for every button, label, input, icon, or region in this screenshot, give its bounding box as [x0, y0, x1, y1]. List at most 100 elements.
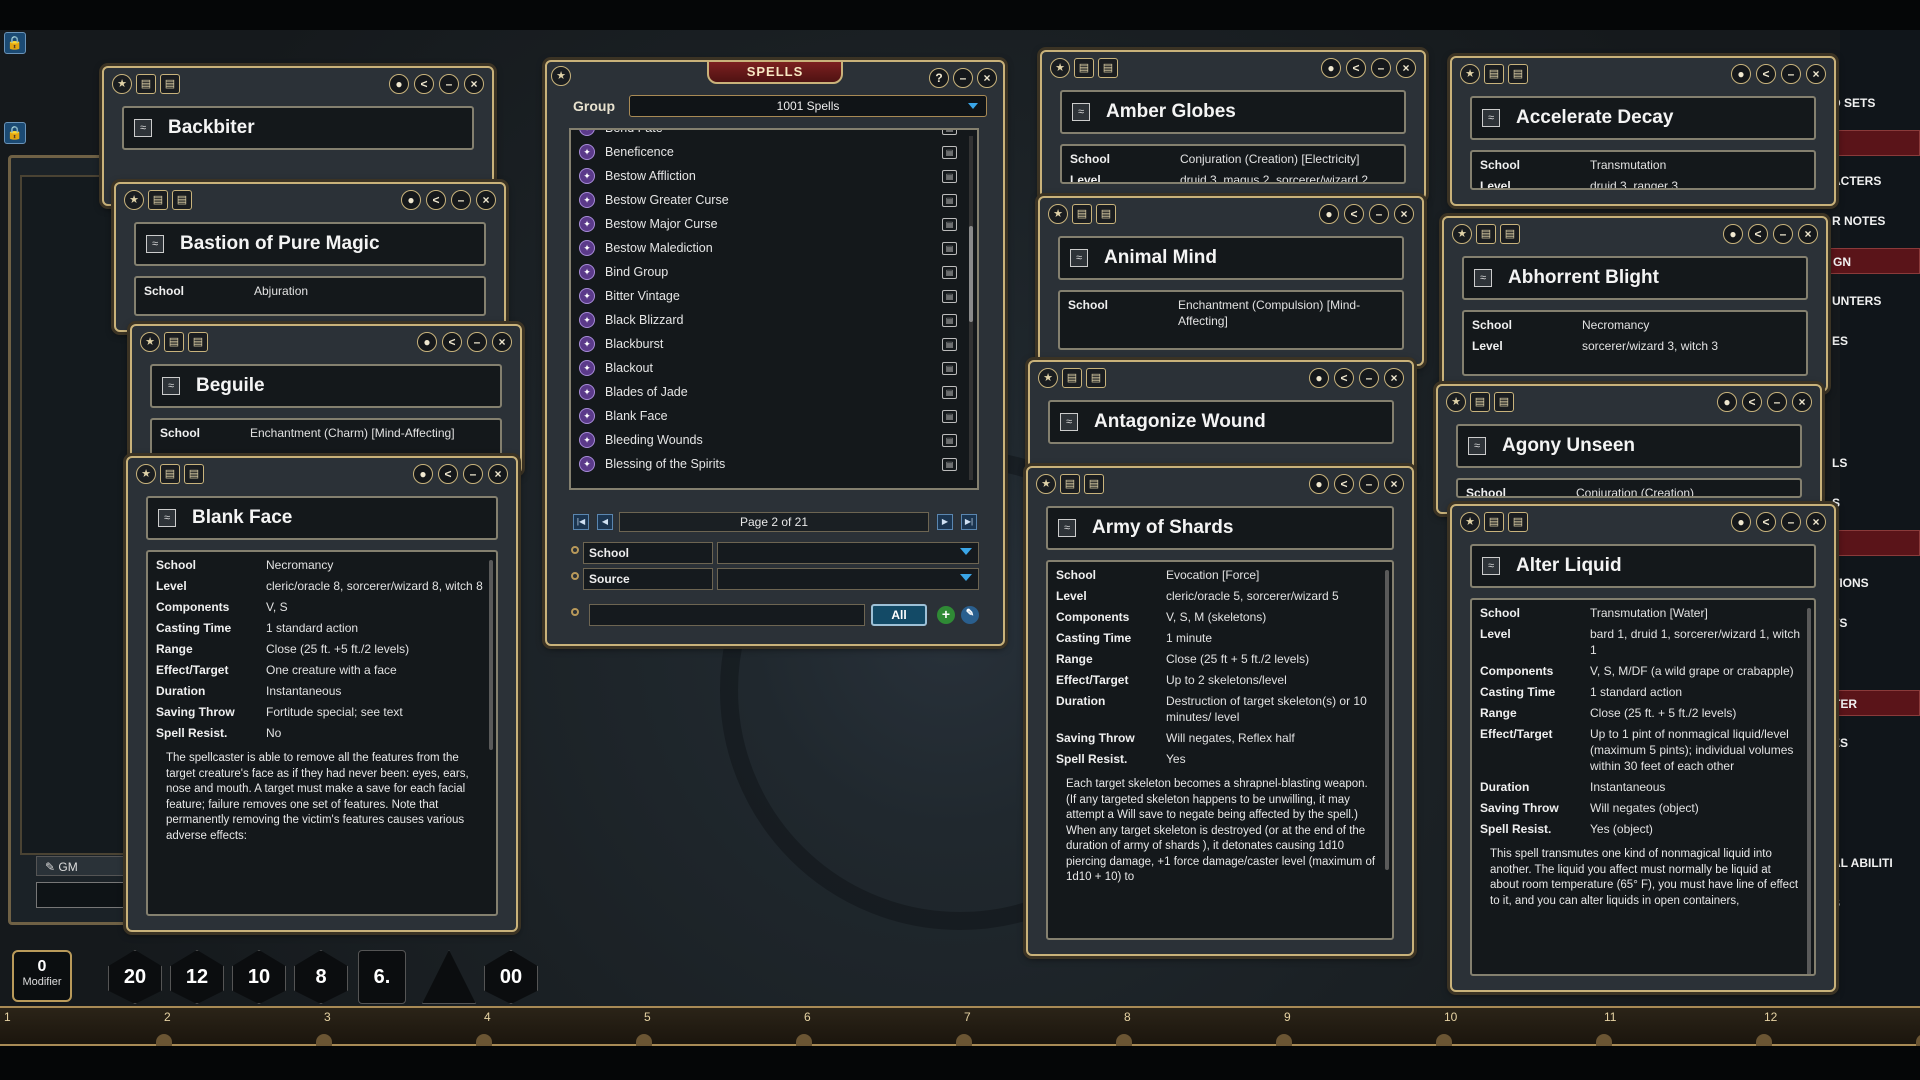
portrait-icon[interactable]: ★	[124, 190, 144, 210]
lock-icon[interactable]: ●	[1717, 392, 1737, 412]
link-icon[interactable]: ▤	[942, 409, 957, 423]
lock-icon[interactable]: 🔒	[4, 32, 26, 54]
list-item[interactable]: ✦ Bitter Vintage ▤	[571, 284, 977, 308]
share-icon[interactable]: <	[414, 74, 434, 94]
book-icon[interactable]: ▤	[1484, 512, 1504, 532]
sidebar-item[interactable]: UNTERS	[1830, 288, 1920, 314]
portrait-icon[interactable]: ★	[136, 464, 156, 484]
spell-window-army-of-shards[interactable]: ★ ▤ ▤ ● < – × ≈ Army of Shards School Evocation…	[1026, 466, 1414, 956]
all-button[interactable]: All	[871, 604, 927, 626]
spell-window-blank-face[interactable]: ★ ▤ ▤ ● < – × ≈ Blank Face School Necromancy Lev…	[126, 456, 518, 932]
book-icon[interactable]: ▤	[136, 74, 156, 94]
book-icon[interactable]: ▤	[1072, 204, 1092, 224]
scrollbar-thumb[interactable]	[969, 226, 973, 322]
lock-icon[interactable]: ●	[1309, 474, 1329, 494]
spell-window-agony-unseen[interactable]: ★ ▤ ▤ ● < – × ≈ Agony Unseen School Conjuration…	[1436, 384, 1822, 514]
notes-icon[interactable]: ▤	[1494, 392, 1514, 412]
sidebar-item[interactable]: S	[1830, 490, 1920, 516]
sidebar-item[interactable]	[1830, 530, 1920, 556]
lock-icon[interactable]: ●	[1321, 58, 1341, 78]
notes-icon[interactable]: ▤	[1508, 512, 1528, 532]
next-page-button[interactable]: ▶	[937, 514, 953, 530]
sidebar-item[interactable]: ES	[1830, 328, 1920, 354]
link-icon[interactable]: ▤	[942, 385, 957, 399]
close-button[interactable]: ×	[492, 332, 512, 352]
spell-window-antagonize-wound[interactable]: ★ ▤ ▤ ● < – × ≈ Antagonize Wound	[1028, 360, 1414, 476]
close-button[interactable]: ×	[1792, 392, 1812, 412]
list-item[interactable]: ✦ Bleeding Wounds ▤	[571, 428, 977, 452]
book-icon[interactable]: ▤	[1060, 474, 1080, 494]
link-icon[interactable]: ▤	[942, 361, 957, 375]
sidebar-item[interactable]: TER	[1830, 690, 1920, 716]
close-button[interactable]: ×	[488, 464, 508, 484]
link-icon[interactable]: ▤	[942, 457, 957, 471]
sidebar-item[interactable]: R NOTES	[1830, 208, 1920, 234]
minimize-button[interactable]: –	[451, 190, 471, 210]
list-item[interactable]: ✦ Black Blizzard ▤	[571, 308, 977, 332]
search-input[interactable]	[589, 604, 865, 626]
list-item[interactable]: ✦ Blessing of the Spirits ▤	[571, 452, 977, 476]
link-icon[interactable]: ▤	[942, 193, 957, 207]
list-item[interactable]: ✦ Bestow Greater Curse ▤	[571, 188, 977, 212]
portrait-icon[interactable]: ★	[1050, 58, 1070, 78]
list-item[interactable]: ✦ Bind Group ▤	[571, 260, 977, 284]
portrait-icon[interactable]: ★	[1048, 204, 1068, 224]
spell-window-amber-globes[interactable]: ★ ▤ ▤ ● < – × ≈ Amber Globes School Conjuration…	[1040, 50, 1426, 200]
book-icon[interactable]: ▤	[1074, 58, 1094, 78]
notes-icon[interactable]: ▤	[1508, 64, 1528, 84]
help-button[interactable]: ?	[929, 68, 949, 88]
notes-icon[interactable]: ▤	[184, 464, 204, 484]
scrollbar[interactable]	[1807, 608, 1811, 974]
minimize-button[interactable]: –	[1359, 368, 1379, 388]
last-page-button[interactable]: ▶|	[961, 514, 977, 530]
portrait-icon[interactable]: ★	[551, 66, 571, 86]
lock-icon[interactable]: ●	[1309, 368, 1329, 388]
chat-input[interactable]	[36, 882, 126, 908]
link-icon[interactable]: ▤	[942, 265, 957, 279]
spell-window-beguile[interactable]: ★ ▤ ▤ ● < – × ≈ Beguile School Enchantment (Cha…	[130, 324, 522, 474]
book-icon[interactable]: ▤	[1062, 368, 1082, 388]
close-button[interactable]: ×	[1396, 58, 1416, 78]
close-button[interactable]: ×	[1384, 368, 1404, 388]
lock-icon[interactable]: ●	[413, 464, 433, 484]
scrollbar[interactable]	[1385, 570, 1389, 870]
close-button[interactable]: ×	[1798, 224, 1818, 244]
sidebar-item[interactable]: ACTERS	[1830, 168, 1920, 194]
sidebar-item[interactable]	[1830, 130, 1920, 156]
lock-icon[interactable]: ●	[389, 74, 409, 94]
portrait-icon[interactable]: ★	[1460, 512, 1480, 532]
list-item[interactable]: ✦ Blades of Jade ▤	[571, 380, 977, 404]
book-icon[interactable]: ▤	[148, 190, 168, 210]
portrait-icon[interactable]: ★	[1452, 224, 1472, 244]
minimize-button[interactable]: –	[1371, 58, 1391, 78]
modifier-box[interactable]: 0 Modifier	[12, 950, 72, 1002]
share-icon[interactable]: <	[426, 190, 446, 210]
spell-window-abhorrent-blight[interactable]: ★ ▤ ▤ ● < – × ≈ Abhorrent Blight School Necroma…	[1442, 216, 1828, 392]
share-icon[interactable]: <	[1334, 474, 1354, 494]
sidebar-item[interactable]: AL ABILITI	[1830, 850, 1920, 876]
book-icon[interactable]: ▤	[164, 332, 184, 352]
minimize-button[interactable]: –	[1773, 224, 1793, 244]
portrait-icon[interactable]: ★	[140, 332, 160, 352]
notes-icon[interactable]: ▤	[1098, 58, 1118, 78]
notes-icon[interactable]: ▤	[1500, 224, 1520, 244]
portrait-icon[interactable]: ★	[1446, 392, 1466, 412]
minimize-button[interactable]: –	[1781, 64, 1801, 84]
book-icon[interactable]: ▤	[160, 464, 180, 484]
book-icon[interactable]: ▤	[1470, 392, 1490, 412]
sidebar-item[interactable]: D SETS	[1830, 90, 1920, 116]
close-button[interactable]: ×	[1384, 474, 1404, 494]
minimize-button[interactable]: –	[1369, 204, 1389, 224]
filter-select[interactable]	[717, 568, 979, 590]
list-item[interactable]: ✦ Beneficence ▤	[571, 140, 977, 164]
close-button[interactable]: ×	[464, 74, 484, 94]
lock-icon[interactable]: ●	[1731, 64, 1751, 84]
sidebar-item[interactable]: TIONS	[1830, 570, 1920, 596]
minimize-button[interactable]: –	[467, 332, 487, 352]
filter-select[interactable]	[717, 542, 979, 564]
book-icon[interactable]: ▤	[1484, 64, 1504, 84]
sidebar-item[interactable]: ES	[1830, 730, 1920, 756]
link-icon[interactable]: ▤	[942, 130, 957, 135]
portrait-icon[interactable]: ★	[1036, 474, 1056, 494]
share-icon[interactable]: <	[1344, 204, 1364, 224]
